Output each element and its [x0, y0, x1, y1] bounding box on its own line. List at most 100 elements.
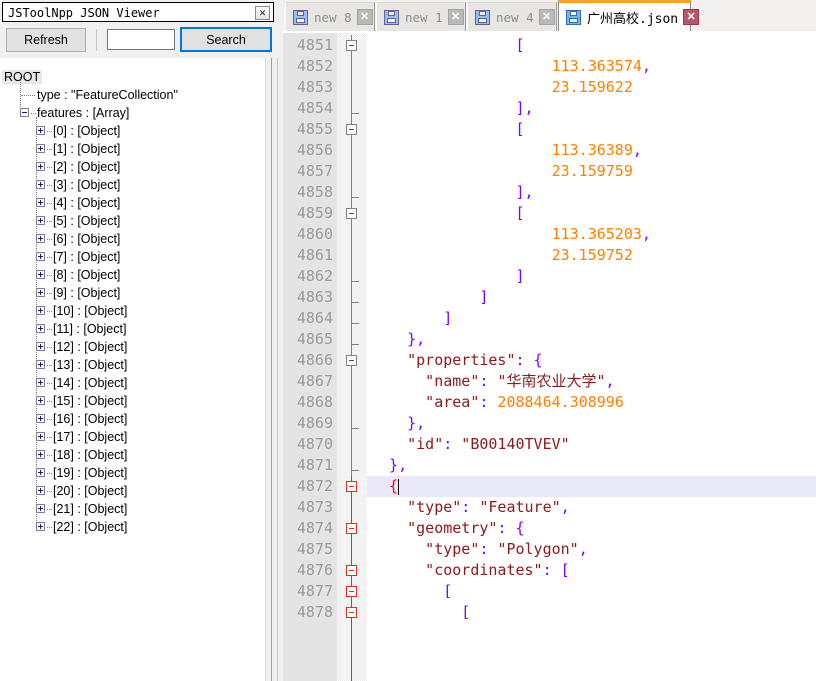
- fold-guide-line: [351, 455, 352, 476]
- line-number: 4863: [296, 288, 333, 306]
- tree-node[interactable]: [21] : [Object]: [53, 500, 127, 518]
- tree-node[interactable]: [22] : [Object]: [53, 518, 127, 536]
- tab-close-icon[interactable]: ✕: [538, 9, 555, 25]
- code-token: "geometry": [407, 519, 498, 537]
- fold-guide-line: [351, 182, 352, 203]
- code-text-area[interactable]: [113.363574, 23.159622],[113.36389, 23.159…: [367, 33, 816, 681]
- tree-node[interactable]: features : [Array]: [37, 104, 129, 122]
- tree-connector: [47, 275, 52, 277]
- tree-connector: [47, 239, 52, 241]
- code-folding-margin[interactable]: [337, 33, 367, 681]
- tree-node[interactable]: [1] : [Object]: [53, 140, 120, 158]
- tree-node[interactable]: [2] : [Object]: [53, 158, 120, 176]
- tree-node[interactable]: type : "FeatureCollection": [37, 86, 178, 104]
- fold-guide-line: [351, 434, 352, 455]
- refresh-button[interactable]: Refresh: [6, 28, 86, 52]
- tree-connector: [47, 167, 52, 169]
- tree-node[interactable]: [9] : [Object]: [53, 284, 120, 302]
- editor-tab[interactable]: new 4 ✕: [467, 2, 557, 31]
- line-number: 4873: [296, 498, 333, 516]
- tree-connector: [47, 383, 52, 385]
- tree-node[interactable]: [17] : [Object]: [53, 428, 127, 446]
- fold-guide-line: [351, 266, 352, 287]
- fold-end-tick: [351, 302, 359, 303]
- fold-guide-line: [351, 413, 352, 434]
- line-number: 4857: [296, 162, 333, 180]
- tree-connector: [47, 509, 52, 511]
- tree-node[interactable]: [8] : [Object]: [53, 266, 120, 284]
- fold-guide-line: [351, 308, 352, 329]
- code-token: :: [443, 435, 453, 453]
- tree-node[interactable]: [16] : [Object]: [53, 410, 127, 428]
- tree-node[interactable]: [15] : [Object]: [53, 392, 127, 410]
- search-input[interactable]: [107, 29, 175, 50]
- code-token: 23.159759: [551, 162, 633, 180]
- fold-guide-line: [351, 392, 352, 413]
- tree-node[interactable]: [5] : [Object]: [53, 212, 120, 230]
- tree-node-label: [12] : [Object]: [53, 340, 128, 354]
- fold-end-tick: [351, 428, 359, 429]
- code-line: "area": 2088464.308996: [425, 392, 624, 413]
- code-token: [: [461, 603, 471, 621]
- tree-connector: [47, 149, 52, 151]
- tree-node[interactable]: [3] : [Object]: [53, 176, 120, 194]
- code-line: 113.363574,: [552, 56, 651, 77]
- tree-node-label: [2] : [Object]: [53, 160, 121, 174]
- line-number: 4865: [296, 330, 333, 348]
- code-token: }: [389, 456, 399, 474]
- tab-close-icon[interactable]: ✕: [356, 9, 373, 25]
- tree-node[interactable]: [11] : [Object]: [53, 320, 126, 338]
- tree-connector: [47, 257, 52, 259]
- tree-node-label: [9] : [Object]: [53, 286, 121, 300]
- tree-node-label: [17] : [Object]: [53, 430, 128, 444]
- fold-collapse-icon[interactable]: [346, 565, 357, 576]
- tree-node[interactable]: [19] : [Object]: [53, 464, 127, 482]
- code-line: 23.159622: [552, 77, 633, 98]
- tab-close-icon[interactable]: ✕: [683, 9, 700, 25]
- tree-node-label: [15] : [Object]: [53, 394, 128, 408]
- fold-collapse-icon[interactable]: [346, 40, 357, 51]
- close-icon[interactable]: ✕: [255, 6, 270, 20]
- code-editor[interactable]: 4851 4852 4853 4854 4855 4856 4857 4858 4859 4860…: [283, 33, 816, 681]
- fold-guide-line: [351, 539, 352, 560]
- search-button[interactable]: Search: [180, 27, 272, 52]
- code-token: }: [407, 414, 417, 432]
- line-number: 4861: [296, 246, 333, 264]
- toolbar-divider: [96, 29, 97, 51]
- tree-node[interactable]: [0] : [Object]: [53, 122, 120, 140]
- tree-node[interactable]: [20] : [Object]: [53, 482, 127, 500]
- fold-guide-line: [351, 371, 352, 392]
- fold-collapse-icon[interactable]: [346, 355, 357, 366]
- tree-node[interactable]: [12] : [Object]: [53, 338, 127, 356]
- line-number: 4866: [296, 351, 333, 369]
- tree-node[interactable]: [14] : [Object]: [53, 374, 127, 392]
- fold-collapse-icon[interactable]: [346, 586, 357, 597]
- tree-node[interactable]: [7] : [Object]: [53, 248, 120, 266]
- tree-node-label: [11] : [Object]: [53, 322, 127, 336]
- tree-node[interactable]: [18] : [Object]: [53, 446, 127, 464]
- line-number: 4869: [296, 414, 333, 432]
- tree-node[interactable]: [4] : [Object]: [53, 194, 120, 212]
- fold-collapse-icon[interactable]: [346, 208, 357, 219]
- code-token: [: [515, 36, 525, 54]
- line-number: 4864: [296, 309, 333, 327]
- tree-root-node[interactable]: ROOT: [2, 68, 43, 86]
- tab-close-icon[interactable]: ✕: [447, 9, 464, 25]
- fold-collapse-icon[interactable]: [346, 481, 357, 492]
- fold-collapse-icon[interactable]: [346, 124, 357, 135]
- code-token: "Feature": [479, 498, 561, 516]
- editor-tab[interactable]: new 1 ✕: [376, 2, 466, 31]
- tree-node[interactable]: [6] : [Object]: [53, 230, 120, 248]
- tree-node[interactable]: [10] : [Object]: [53, 302, 127, 320]
- editor-tab-label: new 4: [496, 9, 534, 25]
- editor-tab[interactable]: new 8 ✕: [285, 2, 375, 31]
- line-number: 4870: [296, 435, 333, 453]
- fold-guide-line: [351, 56, 352, 77]
- fold-collapse-icon[interactable]: [346, 607, 357, 618]
- fold-collapse-icon[interactable]: [346, 523, 357, 534]
- tree-node[interactable]: [13] : [Object]: [53, 356, 127, 374]
- json-tree-panel[interactable]: ROOT type : "FeatureCollection" features :…: [0, 58, 283, 681]
- editor-tab-active[interactable]: 广州高校.json ✕: [558, 0, 700, 31]
- tree-vertical-scrollbar[interactable]: [265, 58, 283, 681]
